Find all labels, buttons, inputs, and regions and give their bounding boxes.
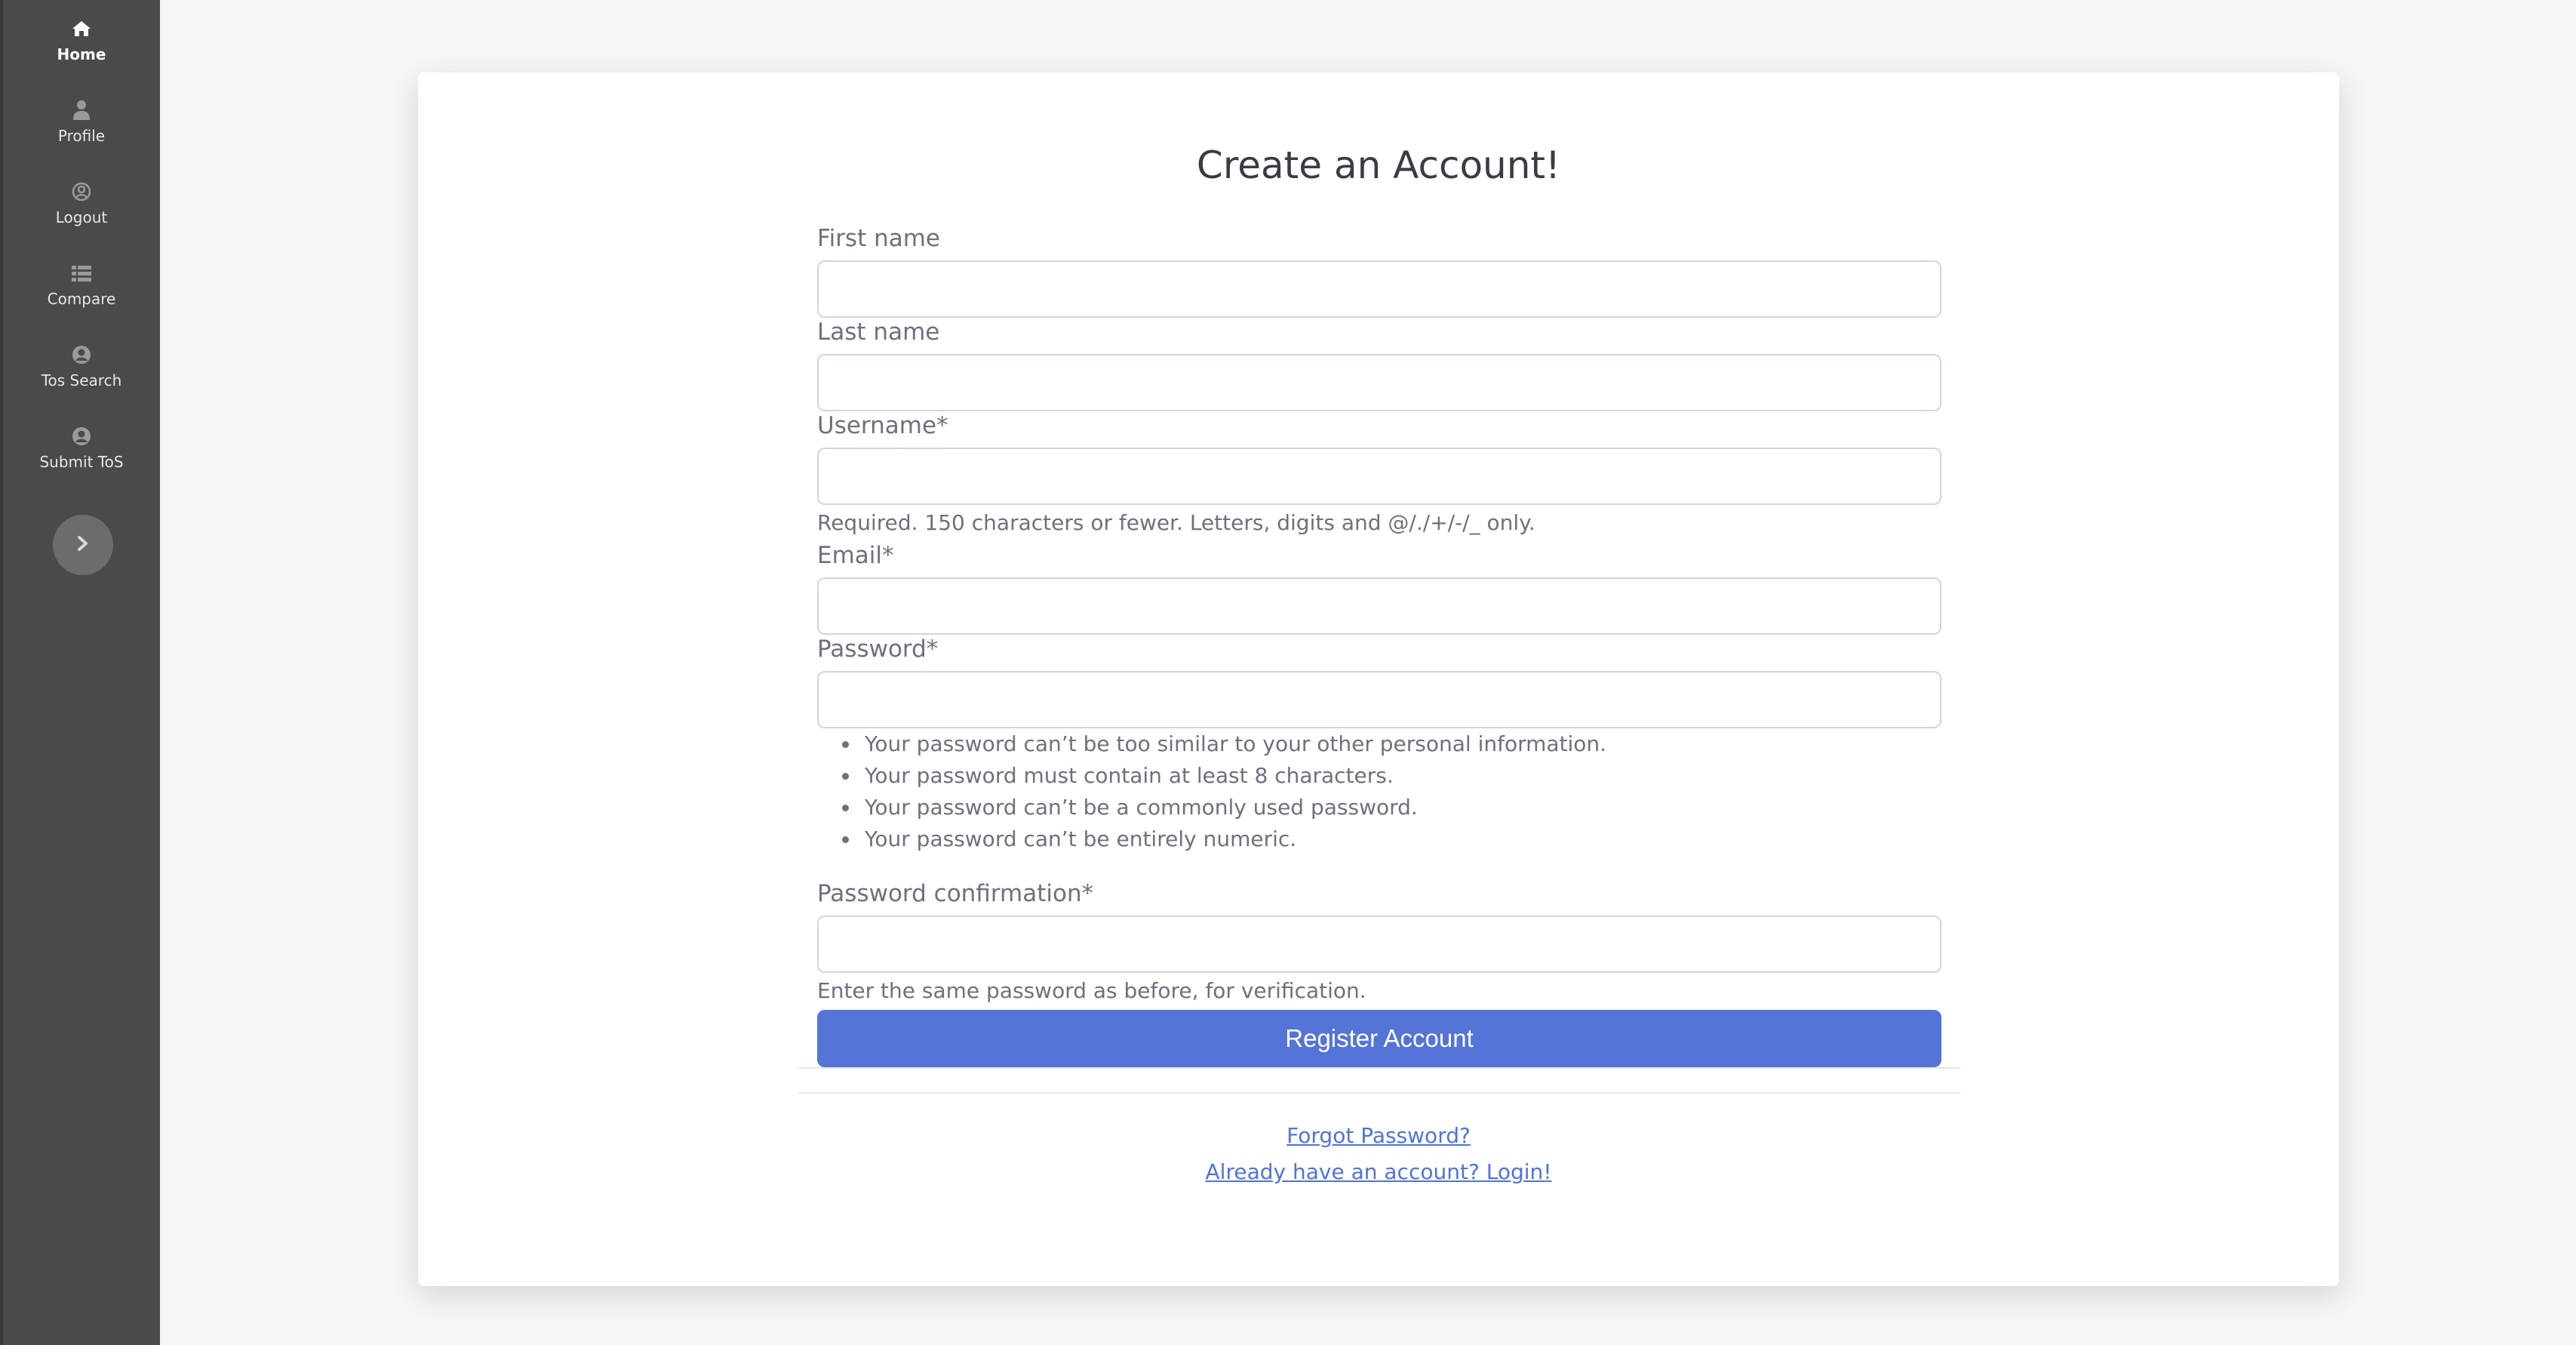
forgot-password-link[interactable]: Forgot Password? bbox=[1286, 1123, 1471, 1148]
email-label: Email* bbox=[817, 542, 894, 569]
sidebar-item-label: Home bbox=[57, 45, 106, 63]
divider bbox=[798, 1092, 1960, 1094]
chevron-right-icon bbox=[77, 535, 89, 555]
sidebar-item-profile[interactable]: Profile bbox=[3, 100, 160, 168]
register-card: Create an Account! First name Last name … bbox=[418, 72, 2339, 1286]
username-input[interactable] bbox=[817, 448, 1941, 505]
username-help-text: Required. 150 characters or fewer. Lette… bbox=[817, 510, 1535, 535]
user-circle-icon bbox=[71, 344, 92, 365]
password-rule: Your password can’t be a commonly used p… bbox=[841, 792, 1606, 823]
sidebar-item-label: Profile bbox=[57, 127, 106, 145]
divider bbox=[798, 1067, 1960, 1069]
home-icon bbox=[71, 18, 92, 39]
sidebar-item-logout[interactable]: Logout bbox=[3, 181, 160, 249]
sidebar-toggle-button[interactable] bbox=[53, 515, 113, 575]
last-name-label: Last name bbox=[817, 319, 940, 346]
sidebar: Home Profile Logout Compare Tos Search S… bbox=[0, 0, 160, 1345]
password-confirm-input[interactable] bbox=[817, 916, 1941, 973]
sidebar-item-label: Tos Search bbox=[41, 371, 122, 389]
sidebar-item-home[interactable]: Home bbox=[3, 18, 160, 86]
password-label: Password* bbox=[817, 636, 939, 663]
password-rules-list: Your password can’t be too similar to yo… bbox=[841, 728, 1606, 855]
password-rule: Your password must contain at least 8 ch… bbox=[841, 760, 1606, 792]
password-confirm-label: Password confirmation* bbox=[817, 880, 1094, 907]
first-name-input[interactable] bbox=[817, 260, 1941, 318]
sidebar-item-label: Compare bbox=[47, 290, 116, 308]
first-name-label: First name bbox=[817, 225, 941, 252]
user-icon bbox=[71, 100, 92, 121]
register-account-button[interactable]: Register Account bbox=[817, 1010, 1941, 1067]
password-confirm-help-text: Enter the same password as before, for v… bbox=[817, 978, 1366, 1003]
user-circle-icon bbox=[71, 181, 92, 202]
password-rule: Your password can’t be entirely numeric. bbox=[841, 823, 1606, 855]
email-input[interactable] bbox=[817, 577, 1941, 635]
sidebar-item-compare[interactable]: Compare bbox=[3, 263, 160, 331]
sidebar-item-label: Logout bbox=[55, 208, 108, 226]
username-label: Username* bbox=[817, 412, 948, 439]
password-rule: Your password can’t be too similar to yo… bbox=[841, 728, 1606, 760]
list-icon bbox=[71, 263, 92, 284]
password-input[interactable] bbox=[817, 671, 1941, 728]
last-name-input[interactable] bbox=[817, 354, 1941, 411]
sidebar-item-tos-search[interactable]: Tos Search bbox=[3, 344, 160, 412]
login-link[interactable]: Already have an account? Login! bbox=[1206, 1159, 1552, 1184]
page-title: Create an Account! bbox=[1196, 143, 1561, 187]
sidebar-item-label: Submit ToS bbox=[39, 453, 124, 471]
user-circle-icon bbox=[71, 426, 92, 447]
sidebar-item-submit-tos[interactable]: Submit ToS bbox=[3, 426, 160, 494]
